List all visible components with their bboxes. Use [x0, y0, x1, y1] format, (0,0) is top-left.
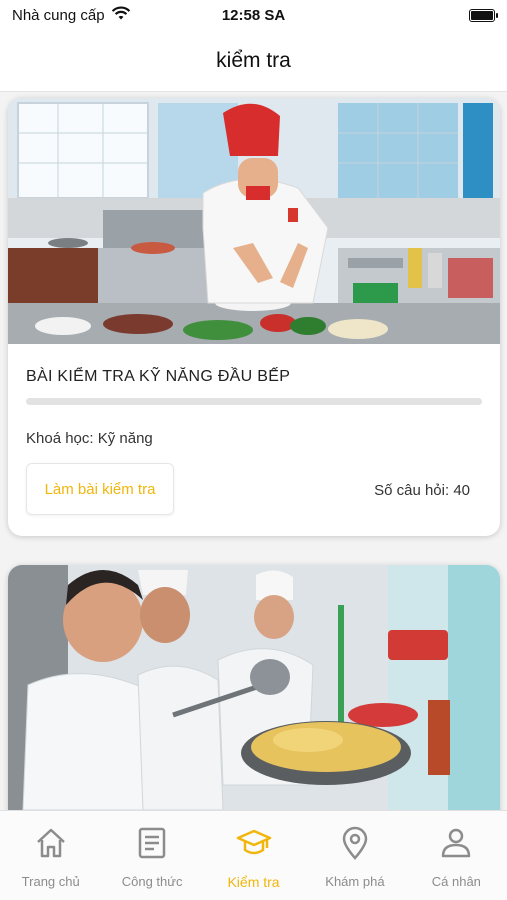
test-progress-bar: [26, 398, 482, 405]
tab-tests-label: Kiểm tra: [227, 874, 280, 890]
chefs-cooking-photo: [8, 565, 500, 810]
nav-header: kiểm tra: [0, 30, 507, 92]
document-icon: [134, 825, 170, 874]
page-title: kiểm tra: [216, 48, 291, 72]
tab-explore[interactable]: Khám phá: [304, 811, 405, 900]
tab-bar: Trang chủ Công thức Kiểm tra Khám phá Cá…: [0, 810, 507, 900]
tab-tests[interactable]: Kiểm tra: [203, 811, 304, 900]
location-pin-icon: [337, 825, 373, 874]
person-icon: [438, 825, 474, 874]
tab-profile-label: Cá nhân: [431, 874, 481, 889]
tab-profile[interactable]: Cá nhân: [406, 811, 507, 900]
chef-cutting-photo: [8, 98, 500, 344]
course-label: Khoá học: Kỹ năng: [26, 430, 153, 447]
graduation-cap-icon: [236, 825, 272, 874]
question-count: Số câu hỏi: 40: [374, 482, 470, 499]
test-card[interactable]: [8, 565, 500, 810]
battery-icon: [469, 8, 498, 22]
test-title: BÀI KIỂM TRA KỸ NĂNG ĐẦU BẾP: [26, 368, 291, 385]
tab-explore-label: Khám phá: [325, 874, 385, 889]
tab-recipes[interactable]: Công thức: [101, 811, 202, 900]
status-bar: Nhà cung cấp 12:58 SA: [0, 0, 507, 30]
tab-home[interactable]: Trang chủ: [0, 811, 101, 900]
test-card[interactable]: BÀI KIỂM TRA KỸ NĂNG ĐẦU BẾP Khoá học: K…: [8, 98, 500, 536]
test-list[interactable]: BÀI KIỂM TRA KỸ NĂNG ĐẦU BẾP Khoá học: K…: [0, 92, 507, 810]
wifi-icon: [111, 6, 131, 25]
tab-home-label: Trang chủ: [21, 874, 80, 889]
start-test-button[interactable]: Làm bài kiểm tra: [26, 463, 174, 515]
home-icon: [33, 825, 69, 874]
status-left: Nhà cung cấp: [12, 6, 131, 25]
tab-recipes-label: Công thức: [121, 874, 183, 889]
carrier-label: Nhà cung cấp: [12, 6, 105, 24]
